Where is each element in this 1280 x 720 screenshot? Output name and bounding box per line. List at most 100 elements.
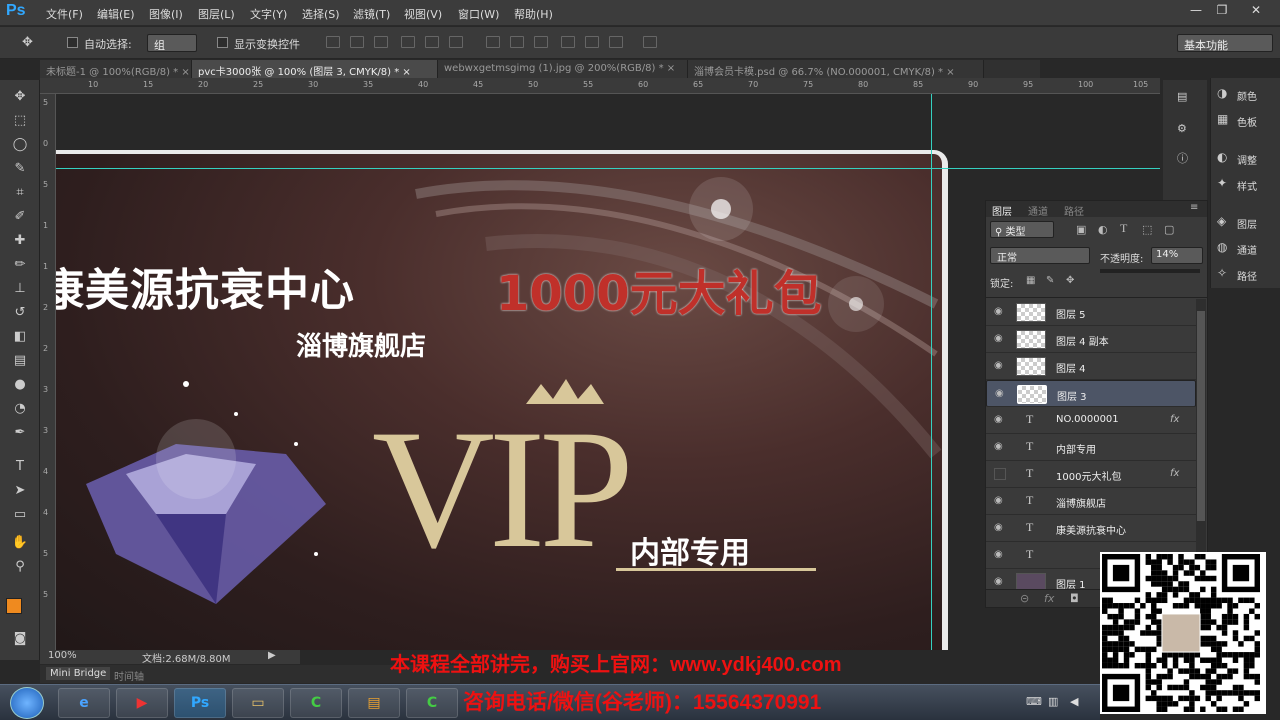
tray-volume-icon[interactable]: ◀ (1070, 695, 1078, 708)
panel-style[interactable]: 样式 (1237, 178, 1257, 193)
history-icon[interactable]: ▤ (1177, 90, 1187, 103)
menu-help[interactable]: 帮助(H) (514, 6, 553, 22)
visibility-eye-icon[interactable]: ◉ (994, 441, 1006, 453)
menu-layer[interactable]: 图层(L) (198, 6, 235, 22)
menu-view[interactable]: 视图(V) (404, 6, 442, 22)
panel-adjust[interactable]: 调整 (1237, 152, 1257, 167)
quick-select-tool-icon[interactable]: ✎ (10, 160, 30, 178)
panel-paths[interactable]: 路径 (1237, 268, 1257, 283)
quick-mask-icon[interactable]: ◙ (10, 630, 30, 648)
auto-align-icon[interactable] (643, 36, 657, 48)
crop-tool-icon[interactable]: ⌗ (10, 184, 30, 202)
menu-file[interactable]: 文件(F) (46, 6, 83, 22)
stamp-tool-icon[interactable]: ⊥ (10, 280, 30, 298)
tab-layers[interactable]: 图层 (992, 203, 1012, 218)
taskbar-app-c2-icon[interactable]: C (406, 688, 458, 718)
taskbar-notes-icon[interactable]: ▤ (348, 688, 400, 718)
filter-pixel-icon[interactable]: ▣ (1076, 223, 1086, 236)
layer-thumbnail[interactable] (1016, 303, 1046, 322)
layer-row[interactable]: ◉ 图层 5 (986, 299, 1196, 326)
zoom-level[interactable]: 100% (48, 650, 77, 661)
layer-row[interactable]: ◉ 图层 4 副本 (986, 326, 1196, 353)
workspace-dropdown[interactable]: 基本功能 (1177, 34, 1273, 52)
align-top-icon[interactable] (326, 36, 340, 48)
tab-close-icon[interactable]: × (667, 63, 675, 74)
move-tool-icon[interactable]: ✥ (10, 88, 30, 106)
restore-button[interactable]: ❐ (1212, 3, 1232, 19)
visibility-eye-icon[interactable]: ◉ (994, 495, 1006, 507)
auto-select-checkbox[interactable] (67, 37, 78, 48)
info-icon[interactable]: ⓘ (1177, 150, 1188, 166)
filter-adjust-icon[interactable]: ◐ (1098, 223, 1108, 236)
layer-row[interactable]: ◉ T 内部专用 (986, 434, 1196, 461)
align-right-icon[interactable] (449, 36, 463, 48)
menu-type[interactable]: 文字(Y) (250, 6, 287, 22)
taskbar-explorer-icon[interactable]: ▭ (232, 688, 284, 718)
visibility-eye-icon[interactable]: ◉ (994, 360, 1006, 372)
properties-icon[interactable]: ⚙ (1177, 122, 1187, 135)
layer-row[interactable]: ◉ 图层 3 (986, 380, 1196, 407)
pen-tool-icon[interactable]: ✒ (10, 424, 30, 442)
brush-tool-icon[interactable]: ✏ (10, 256, 30, 274)
filter-shape-icon[interactable]: ⬚ (1142, 223, 1152, 236)
menu-filter[interactable]: 滤镜(T) (353, 6, 390, 22)
hand-tool-icon[interactable]: ✋ (10, 534, 30, 552)
opacity-slider[interactable] (1100, 269, 1200, 273)
layer-row[interactable]: ◉ T 淄博旗舰店 (986, 488, 1196, 515)
panel-channels[interactable]: 通道 (1237, 242, 1257, 257)
eraser-tool-icon[interactable]: ◧ (10, 328, 30, 346)
minimize-button[interactable]: — (1186, 3, 1206, 19)
visibility-eye-icon[interactable]: ◉ (994, 306, 1006, 318)
lock-position-icon[interactable]: ✥ (1066, 275, 1074, 286)
layer-row[interactable]: ◉ 图层 4 (986, 353, 1196, 380)
dodge-tool-icon[interactable]: ◔ (10, 400, 30, 418)
add-mask-icon[interactable]: ◘ (1070, 592, 1079, 605)
gradient-tool-icon[interactable]: ▤ (10, 352, 30, 370)
visibility-eye-icon[interactable] (994, 468, 1006, 480)
menu-image[interactable]: 图像(I) (149, 6, 183, 22)
panel-color[interactable]: 颜色 (1237, 88, 1257, 103)
layer-row[interactable]: ◉ T NO.0000001 fx (986, 407, 1196, 434)
guide-vertical[interactable] (931, 94, 932, 650)
layers-icon[interactable]: ◈ (1217, 214, 1233, 228)
layer-thumbnail[interactable] (1016, 357, 1046, 376)
swatches-icon[interactable]: ▦ (1217, 112, 1233, 126)
windows-start-icon[interactable] (10, 687, 44, 719)
layer-row[interactable]: T 1000元大礼包 fx (986, 461, 1196, 488)
history-brush-icon[interactable]: ↺ (10, 304, 30, 322)
show-transform-checkbox[interactable] (217, 37, 228, 48)
distribute-hcenter-icon[interactable] (585, 36, 599, 48)
menu-edit[interactable]: 编辑(E) (97, 6, 135, 22)
lock-pixels-icon[interactable]: ✎ (1046, 275, 1054, 286)
panel-swatches[interactable]: 色板 (1237, 114, 1257, 129)
tray-network-icon[interactable]: ▥ (1048, 695, 1058, 708)
taskbar-app-c-icon[interactable]: C (290, 688, 342, 718)
tab-mini-bridge[interactable]: Mini Bridge (46, 667, 111, 680)
visibility-eye-icon[interactable]: ◉ (994, 576, 1006, 588)
shape-tool-icon[interactable]: ▭ (10, 506, 30, 524)
marquee-tool-icon[interactable]: ⬚ (10, 112, 30, 130)
opacity-input[interactable]: 14% (1151, 247, 1203, 264)
style-icon[interactable]: ✦ (1217, 176, 1233, 190)
eyedropper-tool-icon[interactable]: ✐ (10, 208, 30, 226)
guide-horizontal[interactable] (56, 168, 1160, 169)
menu-window[interactable]: 窗口(W) (458, 6, 499, 22)
layer-thumbnail[interactable] (1016, 330, 1046, 349)
align-hcenter-icon[interactable] (425, 36, 439, 48)
align-bottom-icon[interactable] (374, 36, 388, 48)
lock-transparent-icon[interactable]: ▦ (1026, 275, 1035, 286)
tab-timeline[interactable]: 时间轴 (114, 668, 144, 683)
tab-zibo-card[interactable]: 淄博会员卡模.psd @ 66.7% (NO.000001, CMYK/8) *… (688, 60, 984, 78)
panel-menu-icon[interactable]: ≡ (1190, 202, 1198, 213)
tab-close-icon[interactable]: × (402, 67, 410, 78)
adjust-icon[interactable]: ◐ (1217, 150, 1233, 164)
lasso-tool-icon[interactable]: ◯ (10, 136, 30, 154)
visibility-eye-icon[interactable]: ◉ (994, 549, 1006, 561)
distribute-bottom-icon[interactable] (534, 36, 548, 48)
palette-icon[interactable]: ◑ (1217, 86, 1233, 100)
align-left-icon[interactable] (401, 36, 415, 48)
distribute-vcenter-icon[interactable] (510, 36, 524, 48)
tray-keyboard-icon[interactable]: ⌨ (1026, 695, 1042, 708)
visibility-eye-icon[interactable]: ◉ (994, 522, 1006, 534)
kind-filter-dropdown[interactable]: ⚲ 类型 (990, 221, 1054, 238)
